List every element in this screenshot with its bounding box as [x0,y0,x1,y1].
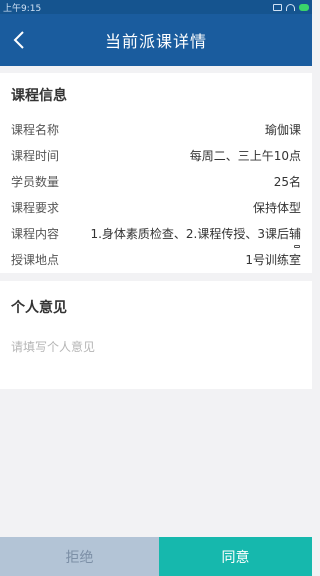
row-label: 授课地点 [11,252,60,267]
scroll-indicator [294,245,300,248]
row-course-name: 课程名称 瑜伽课 [11,120,301,138]
status-icons [273,3,309,11]
bottom-action-bar: 拒绝 同意 [0,537,312,576]
row-course-time: 课程时间 每周二、三上午10点 [11,146,301,164]
course-info-card: 课程信息 课程名称 瑜伽课 课程时间 每周二、三上午10点 学员数量 25名 课… [0,73,312,273]
row-label: 课程时间 [11,148,60,163]
reject-button[interactable]: 拒绝 [0,537,159,576]
wifi-icon [286,3,295,11]
nav-bar: 当前派课详情 [0,14,312,66]
row-course-content: 课程内容 1.身体素质检查、2.课程传授、3课后辅 [11,224,301,242]
row-label: 学员数量 [11,174,60,189]
opinion-card: 个人意见 [0,281,312,389]
row-label: 课程内容 [11,226,60,241]
back-button[interactable] [4,20,34,60]
row-location: 授课地点 1号训练室 [11,250,301,268]
row-value: 1.身体素质检查、2.课程传授、3课后辅 [90,226,301,241]
status-bar: 上午9:15 [0,0,312,14]
chevron-left-icon [13,31,24,49]
course-info-title: 课程信息 [11,88,67,104]
opinion-title: 个人意见 [11,300,67,316]
row-value: 保持体型 [252,200,301,215]
row-course-requirement: 课程要求 保持体型 [11,198,301,216]
status-time: 上午9:15 [3,3,42,14]
row-label: 课程要求 [11,200,60,215]
sim-icon [273,3,282,11]
page-title: 当前派课详情 [104,32,207,51]
row-value: 25名 [273,174,301,189]
row-value: 每周二、三上午10点 [189,148,301,163]
row-label: 课程名称 [11,122,60,137]
agree-button[interactable]: 同意 [159,537,312,576]
battery-icon [299,3,309,11]
row-student-count: 学员数量 25名 [11,172,301,190]
row-value: 1号训练室 [245,252,301,267]
opinion-input[interactable] [11,337,301,357]
row-value: 瑜伽课 [264,122,301,137]
